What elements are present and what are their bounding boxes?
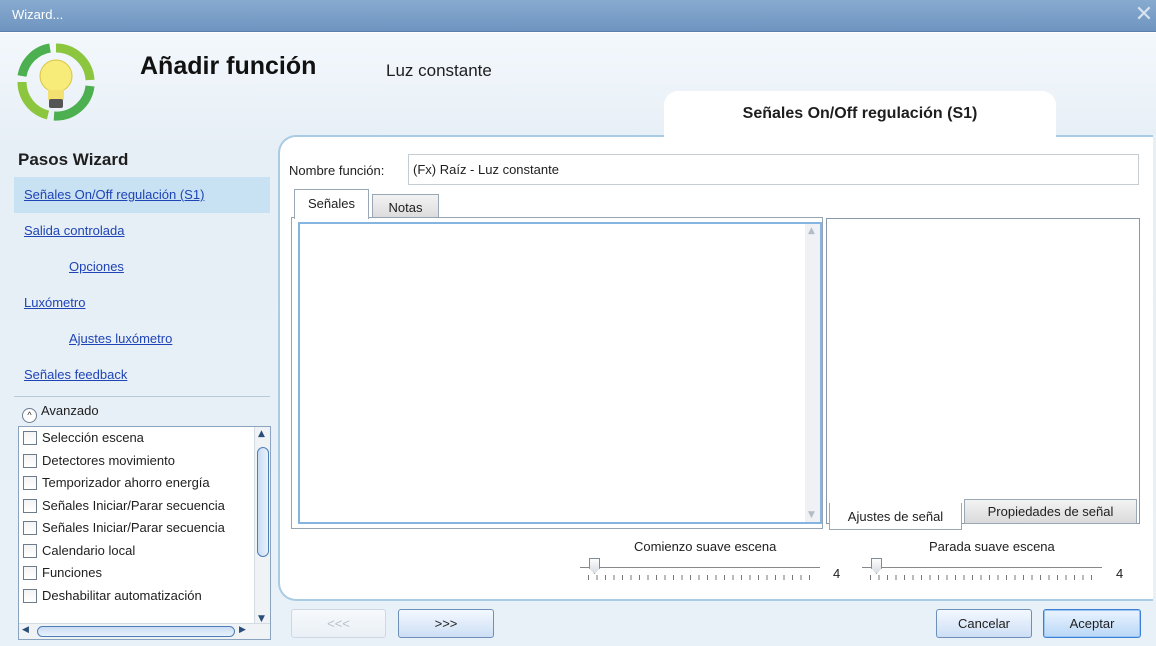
advanced-item[interactable]: Señales Iniciar/Parar secuencia [19, 495, 254, 518]
slider-track[interactable] [580, 567, 820, 568]
function-name-label: Nombre función: [289, 163, 385, 178]
sidebar-item-opciones[interactable]: Opciones [14, 249, 270, 285]
cancel-button[interactable]: Cancelar [936, 609, 1032, 638]
advanced-item[interactable]: Selección escena [19, 427, 254, 450]
window-title: Wizard... [12, 7, 64, 22]
function-name-input[interactable]: (Fx) Raíz - Luz constante [408, 154, 1139, 185]
advanced-toggle[interactable]: ^ Avanzado [14, 396, 270, 426]
checkbox[interactable] [23, 543, 37, 558]
sidebar-item-senales-feedback[interactable]: Señales feedback [14, 357, 270, 393]
sidebar-heading: Pasos Wizard [18, 150, 129, 169]
wizard-steps-nav: Señales On/Off regulación (S1) Salida co… [14, 177, 270, 397]
advanced-item-label: Selección escena [42, 430, 144, 445]
sidebar-item-salida-controlada[interactable]: Salida controlada [14, 213, 270, 249]
checkbox[interactable] [23, 476, 37, 490]
slider-value-parada: 4 [1116, 566, 1124, 581]
advanced-vertical-scrollbar[interactable]: ▲ ▼ [254, 427, 270, 624]
checkbox[interactable] [23, 453, 37, 468]
tab-senales[interactable]: Señales [294, 189, 369, 219]
advanced-item-label: Funciones [42, 565, 102, 580]
advanced-item[interactable]: Señales Iniciar/Parar secuencia [19, 517, 254, 540]
previous-button[interactable]: <<< [291, 609, 386, 638]
scroll-up-icon[interactable]: ▲ [808, 226, 815, 236]
advanced-item-label: Calendario local [42, 542, 136, 558]
advanced-item[interactable]: Calendario local [19, 540, 254, 563]
checkbox[interactable] [23, 498, 37, 513]
advanced-item[interactable]: Detectores movimiento [19, 450, 254, 473]
advanced-item[interactable]: Funciones [19, 562, 254, 585]
accept-button[interactable]: Aceptar [1043, 609, 1141, 638]
slider-label-comienzo: Comienzo suave escena [634, 539, 777, 554]
tab-ajustes-de-senal[interactable]: Ajustes de señal [829, 503, 962, 530]
scroll-right-icon[interactable]: ▶ [239, 625, 246, 635]
advanced-list: Selección escena Detectores movimiento T… [18, 426, 271, 640]
window-titlebar: Wizard... ✕ [0, 0, 1156, 32]
scroll-up-icon[interactable]: ▲ [258, 429, 265, 439]
advanced-item-label: Deshabilitar automatización [42, 587, 202, 603]
advanced-item-label: Detectores movimiento [42, 452, 175, 468]
chevron-up-icon: ^ [22, 408, 37, 423]
page-title: Añadir función [140, 52, 317, 80]
signals-list[interactable] [298, 222, 822, 524]
checkbox[interactable] [23, 566, 37, 580]
advanced-item-label: Señales Iniciar/Parar secuencia [42, 497, 225, 513]
signal-properties-panel [826, 218, 1140, 524]
advanced-item-label: Señales Iniciar/Parar secuencia [42, 520, 225, 535]
close-icon[interactable]: ✕ [1132, 4, 1156, 28]
tab-notas[interactable]: Notas [372, 194, 439, 217]
scroll-down-icon[interactable]: ▼ [808, 510, 815, 520]
scroll-thumb[interactable] [257, 447, 269, 557]
slider-label-parada: Parada suave escena [929, 539, 1055, 554]
advanced-item[interactable]: Temporizador ahorro energía [19, 472, 254, 495]
checkbox[interactable] [23, 521, 37, 535]
scroll-left-icon[interactable]: ◀ [22, 625, 29, 635]
tab-propiedades-de-senal[interactable]: Propiedades de señal [964, 499, 1137, 524]
slider-track[interactable] [862, 567, 1102, 568]
advanced-item-label: Temporizador ahorro energía [42, 475, 210, 490]
checkbox[interactable] [23, 431, 37, 445]
current-step-tab: Señales On/Off regulación (S1) [664, 91, 1056, 138]
lightbulb-recycle-icon [17, 43, 95, 121]
sidebar-item-ajustes-luxometro[interactable]: Ajustes luxómetro [14, 321, 270, 357]
sidebar-item-luxometro[interactable]: Luxómetro [14, 285, 270, 321]
next-button[interactable]: >>> [398, 609, 494, 638]
advanced-item[interactable]: Deshabilitar automatización [19, 585, 254, 608]
slider-value-comienzo: 4 [833, 566, 841, 581]
checkbox[interactable] [23, 588, 37, 603]
scroll-thumb[interactable] [37, 626, 235, 637]
advanced-horizontal-scrollbar[interactable]: ◀ ▶ [19, 623, 270, 639]
function-type-label: Luz constante [386, 61, 492, 80]
slider-ticks [588, 575, 814, 580]
signals-list-scrollbar[interactable]: ▲ ▼ [805, 224, 820, 522]
slider-ticks [870, 575, 1096, 580]
sidebar-item-senales-onoff[interactable]: Señales On/Off regulación (S1) [14, 177, 270, 213]
advanced-label: Avanzado [41, 403, 99, 418]
